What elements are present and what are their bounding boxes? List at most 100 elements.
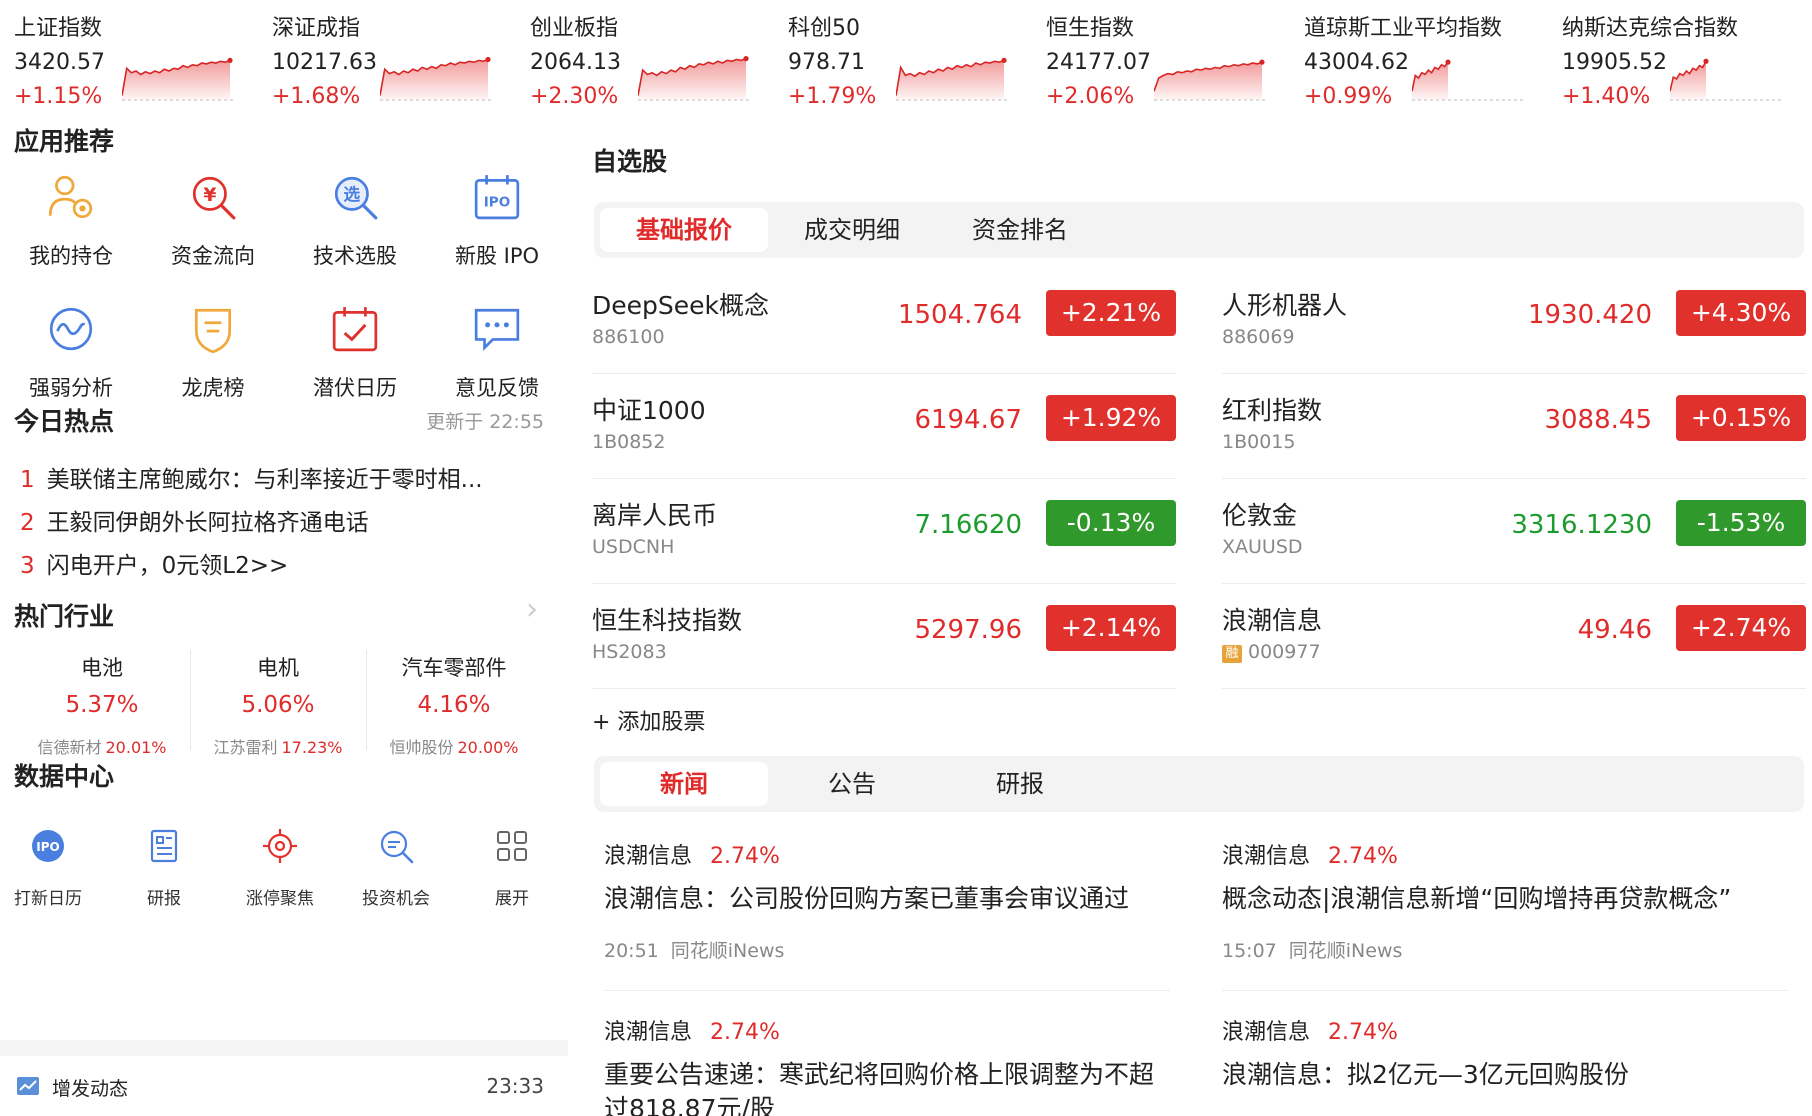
watchlist-row[interactable]: DeepSeek概念 886100 1504.764 +2.21%	[592, 270, 1176, 374]
stock-code: 886069	[1222, 326, 1295, 348]
index-name: 深证成指	[272, 16, 361, 41]
watchlist-tab[interactable]: 基础报价	[600, 208, 768, 252]
watchlist-tab[interactable]: 成交明细	[768, 208, 936, 252]
news-item[interactable]: 浪潮信息 2.74% 概念动态|浪潮信息新增“回购增持再贷款概念” 15:07 同花顺i…	[1222, 838, 1782, 963]
app-label: 资金流向	[171, 244, 255, 268]
index-sparkline	[122, 57, 234, 101]
svg-text:¥: ¥	[203, 185, 216, 206]
hot-topic-rank: 1	[20, 467, 35, 493]
zengfa-row[interactable]: 增发动态 23:33	[0, 1068, 568, 1108]
index-change: +2.30%	[530, 84, 619, 109]
hot-title: 今日热点	[14, 407, 115, 436]
index-card[interactable]: 科创50 978.71 +1.79%	[774, 0, 1032, 120]
index-change: +1.79%	[788, 84, 877, 109]
app-dragon-tiger[interactable]: 龙虎榜	[142, 304, 284, 424]
industry-card[interactable]: 汽车零部件 4.16% 恒帅股份 20.00%	[366, 652, 542, 762]
industries-title: 热门行业	[14, 602, 115, 631]
app-feedback[interactable]: 意见反馈	[426, 304, 568, 424]
index-card[interactable]: 创业板指 2064.13 +2.30%	[516, 0, 774, 120]
industry-leader-pct: 20.00%	[457, 738, 519, 757]
data-center-research-report[interactable]: 研报	[106, 826, 222, 916]
stock-code: HS2083	[592, 641, 667, 663]
industry-name: 电机	[257, 656, 299, 680]
app-label: 我的持仓	[29, 244, 113, 268]
app-calendar[interactable]: 潜伏日历	[284, 304, 426, 424]
news-source: 同花顺iNews	[1288, 940, 1403, 962]
stock-code: USDCNH	[592, 536, 675, 558]
industry-pct: 5.06%	[241, 692, 315, 718]
news-stock-header: 浪潮信息 2.74%	[604, 1014, 1164, 1046]
index-name: 科创50	[788, 16, 860, 41]
app-fund-flow[interactable]: ¥ 资金流向	[142, 172, 284, 292]
index-sparkline	[1154, 59, 1266, 101]
app-ipo[interactable]: IPO 新股 IPO	[426, 172, 568, 292]
watchlist-row[interactable]: 浪潮信息融 000977 49.46 +2.74%	[1222, 585, 1806, 689]
index-name: 创业板指	[530, 16, 619, 41]
watchlist-row[interactable]: 中证1000 1B0852 6194.67 +1.92%	[592, 375, 1176, 479]
news-stock-name: 浪潮信息	[1222, 1020, 1311, 1045]
news-item[interactable]: 浪潮信息 2.74% 重要公告速递：寒武纪将回购价格上限调整为不超过818.87元/…	[604, 1014, 1164, 1116]
watchlist-row[interactable]: 红利指数 1B0015 3088.45 +0.15%	[1222, 375, 1806, 479]
watchlist-tabs: 基础报价 成交明细 资金排名	[594, 202, 1804, 258]
news-item[interactable]: 浪潮信息 2.74% 浪潮信息：公司股份回购方案已董事会审议通过 20:51 同花顺iN…	[604, 838, 1164, 963]
industry-card[interactable]: 电机 5.06% 江苏雷利 17.23%	[190, 652, 366, 762]
row-divider	[1222, 688, 1806, 689]
data-center-opportunity-search[interactable]: 投资机会	[338, 826, 454, 916]
data-center-ipo-calendar[interactable]: IPO 打新日历	[0, 826, 106, 916]
industry-leader: 恒帅股份 20.00%	[366, 734, 542, 758]
zengfa-time: 23:33	[486, 1074, 544, 1098]
index-change: +2.06%	[1046, 84, 1135, 109]
app-stock-picker[interactable]: 选技术选股	[284, 172, 426, 292]
industry-pct: 4.16%	[417, 692, 491, 718]
sparkline-end-dot	[1001, 57, 1007, 63]
stock-name: 离岸人民币	[592, 501, 718, 530]
data-center-label: 涨停聚焦	[246, 889, 314, 909]
industry-leader: 江苏雷利 17.23%	[190, 734, 366, 758]
index-card[interactable]: 道琼斯工业平均指数 43004.62 +0.99%	[1290, 0, 1548, 120]
industry-card[interactable]: 电池 5.37% 信德新材 20.01%	[14, 652, 190, 762]
index-card[interactable]: 深证成指 10217.63 +1.68%	[258, 0, 516, 120]
news-tab[interactable]: 新闻	[600, 762, 768, 806]
hot-topic-item[interactable]: 1 美联储主席鲍威尔：与利率接近于零时相...	[20, 460, 540, 494]
watchlist-row[interactable]: 恒生科技指数 HS2083 5297.96 +2.14%	[592, 585, 1176, 689]
watchlist-row[interactable]: 离岸人民币 USDCNH 7.16620 -0.13%	[592, 480, 1176, 584]
index-value: 43004.62	[1304, 50, 1409, 75]
chevron-right-icon[interactable]: ›	[526, 592, 538, 627]
index-value: 3420.57	[14, 50, 105, 75]
data-center-expand-grid[interactable]: 展开	[454, 826, 570, 916]
news-meta: 15:07 同花顺iNews	[1222, 936, 1782, 963]
watchlist-row[interactable]: 人形机器人 886069 1930.420 +4.30%	[1222, 270, 1806, 374]
index-name: 纳斯达克综合指数	[1562, 16, 1739, 41]
add-stock-button[interactable]: + 添加股票	[592, 704, 705, 736]
hot-topic-item[interactable]: 2 王毅同伊朗外长阿拉格齐通电话	[20, 503, 540, 537]
row-divider	[592, 478, 1176, 479]
stock-price: 1504.764	[897, 300, 1022, 330]
index-card[interactable]: 纳斯达克综合指数 19905.52 +1.40%	[1548, 0, 1806, 120]
news-tab[interactable]: 研报	[936, 762, 1104, 806]
stock-change-badge: +2.21%	[1046, 290, 1176, 336]
row-divider	[1222, 583, 1806, 584]
index-change: +1.40%	[1562, 84, 1651, 109]
industry-name: 电池	[81, 656, 123, 680]
index-name: 恒生指数	[1046, 16, 1135, 41]
hot-topic-item[interactable]: 3 闪电开户，0元领L2>>	[20, 546, 540, 580]
calendar-icon	[332, 307, 378, 352]
index-ticker: 上证指数 3420.57 +1.15% 深证成指 10217.63 +1.68% 创业板指 2…	[0, 0, 1812, 120]
news-tab[interactable]: 公告	[768, 762, 936, 806]
stock-change-badge: -0.13%	[1046, 500, 1176, 546]
news-stock-pct: 2.74%	[710, 844, 780, 869]
index-value: 2064.13	[530, 50, 621, 75]
app-holdings[interactable]: 我的持仓	[0, 172, 142, 292]
news-item[interactable]: 浪潮信息 2.74% 浪潮信息：拟2亿元—3亿元回购股份	[1222, 1014, 1782, 1092]
stock-code: 886100	[592, 326, 665, 348]
news-stock-name: 浪潮信息	[604, 844, 693, 869]
data-center-limit-up-focus[interactable]: 涨停聚焦	[222, 826, 338, 916]
index-card[interactable]: 上证指数 3420.57 +1.15%	[0, 0, 258, 120]
watchlist-row[interactable]: 伦敦金 XAUUSD 3316.1230 -1.53%	[1222, 480, 1806, 584]
stock-change-badge: +2.74%	[1676, 605, 1806, 651]
index-card[interactable]: 恒生指数 24177.07 +2.06%	[1032, 0, 1290, 120]
news-time: 20:51	[604, 940, 659, 962]
industry-pct: 5.37%	[65, 692, 139, 718]
limit-up-focus-icon	[263, 829, 297, 863]
watchlist-tab[interactable]: 资金排名	[936, 208, 1104, 252]
